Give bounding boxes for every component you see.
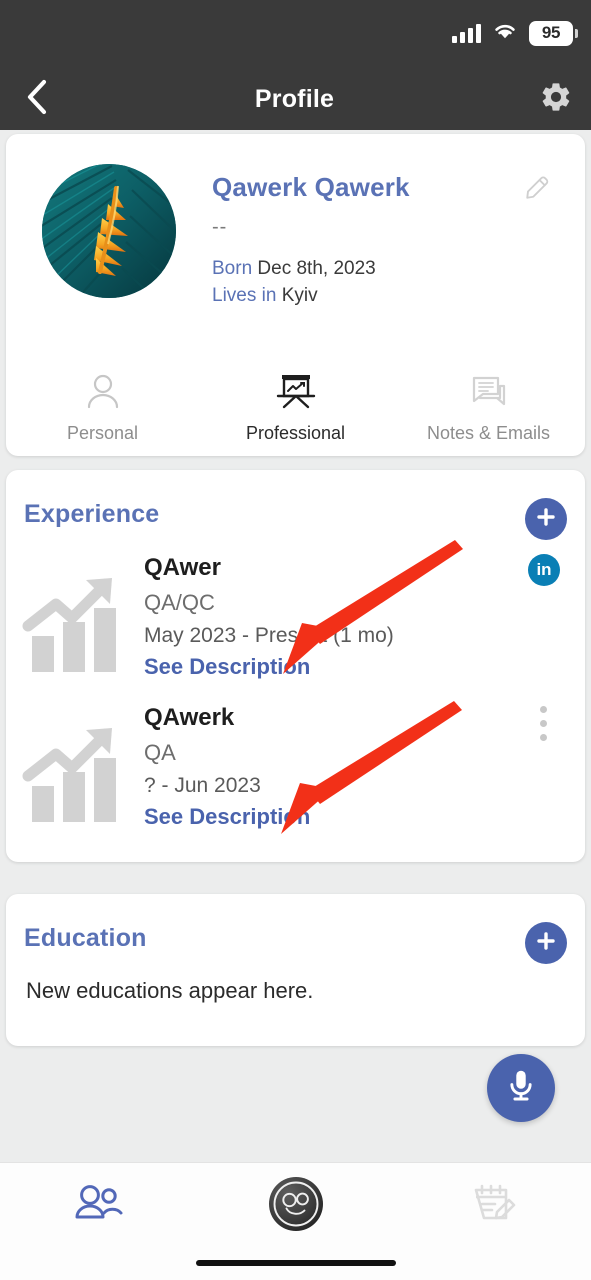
profile-card: Qawerk Qawerk -- Born Dec 8th, 2023 Live… [6,134,585,456]
home-indicator [195,1260,396,1266]
experience-company: QAwerk [144,704,235,731]
experience-dates: ? - Jun 2023 [144,774,261,797]
battery-level: 95 [541,23,561,42]
education-empty-text: New educations appear here. [26,978,314,1003]
born-value: Dec 8th, 2023 [257,258,376,279]
top-bar: 95 Profile [0,0,591,130]
avatar[interactable] [42,164,176,298]
app-logo-icon [267,1175,325,1238]
voice-record-button[interactable] [487,1054,555,1122]
experience-item[interactable]: QAwer QA/QC May 2023 - Present (1 mo) Se… [6,548,585,698]
profile-subtitle: -- [212,216,228,238]
settings-button[interactable] [521,80,591,119]
nav-calendar[interactable] [394,1181,591,1232]
wifi-icon [492,21,518,45]
experience-role: QA/QC [144,590,215,615]
chat-bubbles-icon [468,372,510,417]
experience-card: Experience QAwer QA/QC May 2023 - Presen… [6,470,585,862]
profile-name: Qawerk Qawerk [212,172,410,202]
nav-home-logo[interactable] [197,1175,394,1238]
see-description-link[interactable]: See Description [144,804,310,830]
more-vertical-icon[interactable] [531,706,555,741]
tab-personal-label: Personal [66,423,139,443]
cellular-signal-icon [452,23,481,43]
tab-notes-emails-label: Notes & Emails [426,423,551,443]
plus-icon [535,506,557,533]
experience-dates: May 2023 - Present (1 mo) [144,624,394,647]
plus-icon [535,930,557,957]
growth-bar-chart-icon [18,566,128,681]
person-icon [84,372,122,417]
calendar-edit-icon [469,1181,517,1232]
status-bar: 95 [452,18,578,48]
add-experience-button[interactable] [525,498,567,540]
lives-value: Kyiv [281,285,318,306]
education-card: Education New educations appear here. [6,894,585,1046]
experience-item[interactable]: QAwerk QA ? - Jun 2023 See Description [6,698,585,848]
tab-personal[interactable]: Personal [6,356,199,448]
tab-professional-label: Professional [245,423,346,443]
chevron-left-icon [24,78,50,121]
battery-indicator: 95 [529,20,578,46]
pencil-icon [523,176,553,204]
profile-screen: 95 Profile Qawerk Qawerk -- Born Dec 8th… [0,0,591,1280]
profile-tabs: Personal Professional Notes & Emails [6,356,585,448]
lives-label: Lives in [212,285,277,306]
bottom-navigation [0,1162,591,1280]
tab-professional[interactable]: Professional [199,356,392,448]
experience-role: QA [144,740,176,765]
experience-title: Experience [24,500,160,528]
contacts-people-icon [72,1183,126,1230]
edit-profile-button[interactable] [523,170,553,205]
gear-icon [539,80,573,119]
nav-bar: Profile [0,68,591,130]
add-education-button[interactable] [525,922,567,964]
nav-contacts[interactable] [0,1183,197,1230]
linkedin-icon[interactable]: in [528,554,560,586]
back-button[interactable] [6,78,68,121]
profile-lives-line: Lives in Kyiv [212,285,318,307]
page-title: Profile [254,84,335,113]
microphone-icon [504,1068,538,1109]
experience-company: QAwer [144,554,221,581]
see-description-link[interactable]: See Description [144,654,310,680]
profile-born-line: Born Dec 8th, 2023 [212,258,376,280]
presentation-board-icon [274,372,318,417]
tab-notes-emails[interactable]: Notes & Emails [392,356,585,448]
born-label: Born [212,258,253,279]
growth-bar-chart-icon [18,716,128,831]
education-title: Education [24,924,147,952]
